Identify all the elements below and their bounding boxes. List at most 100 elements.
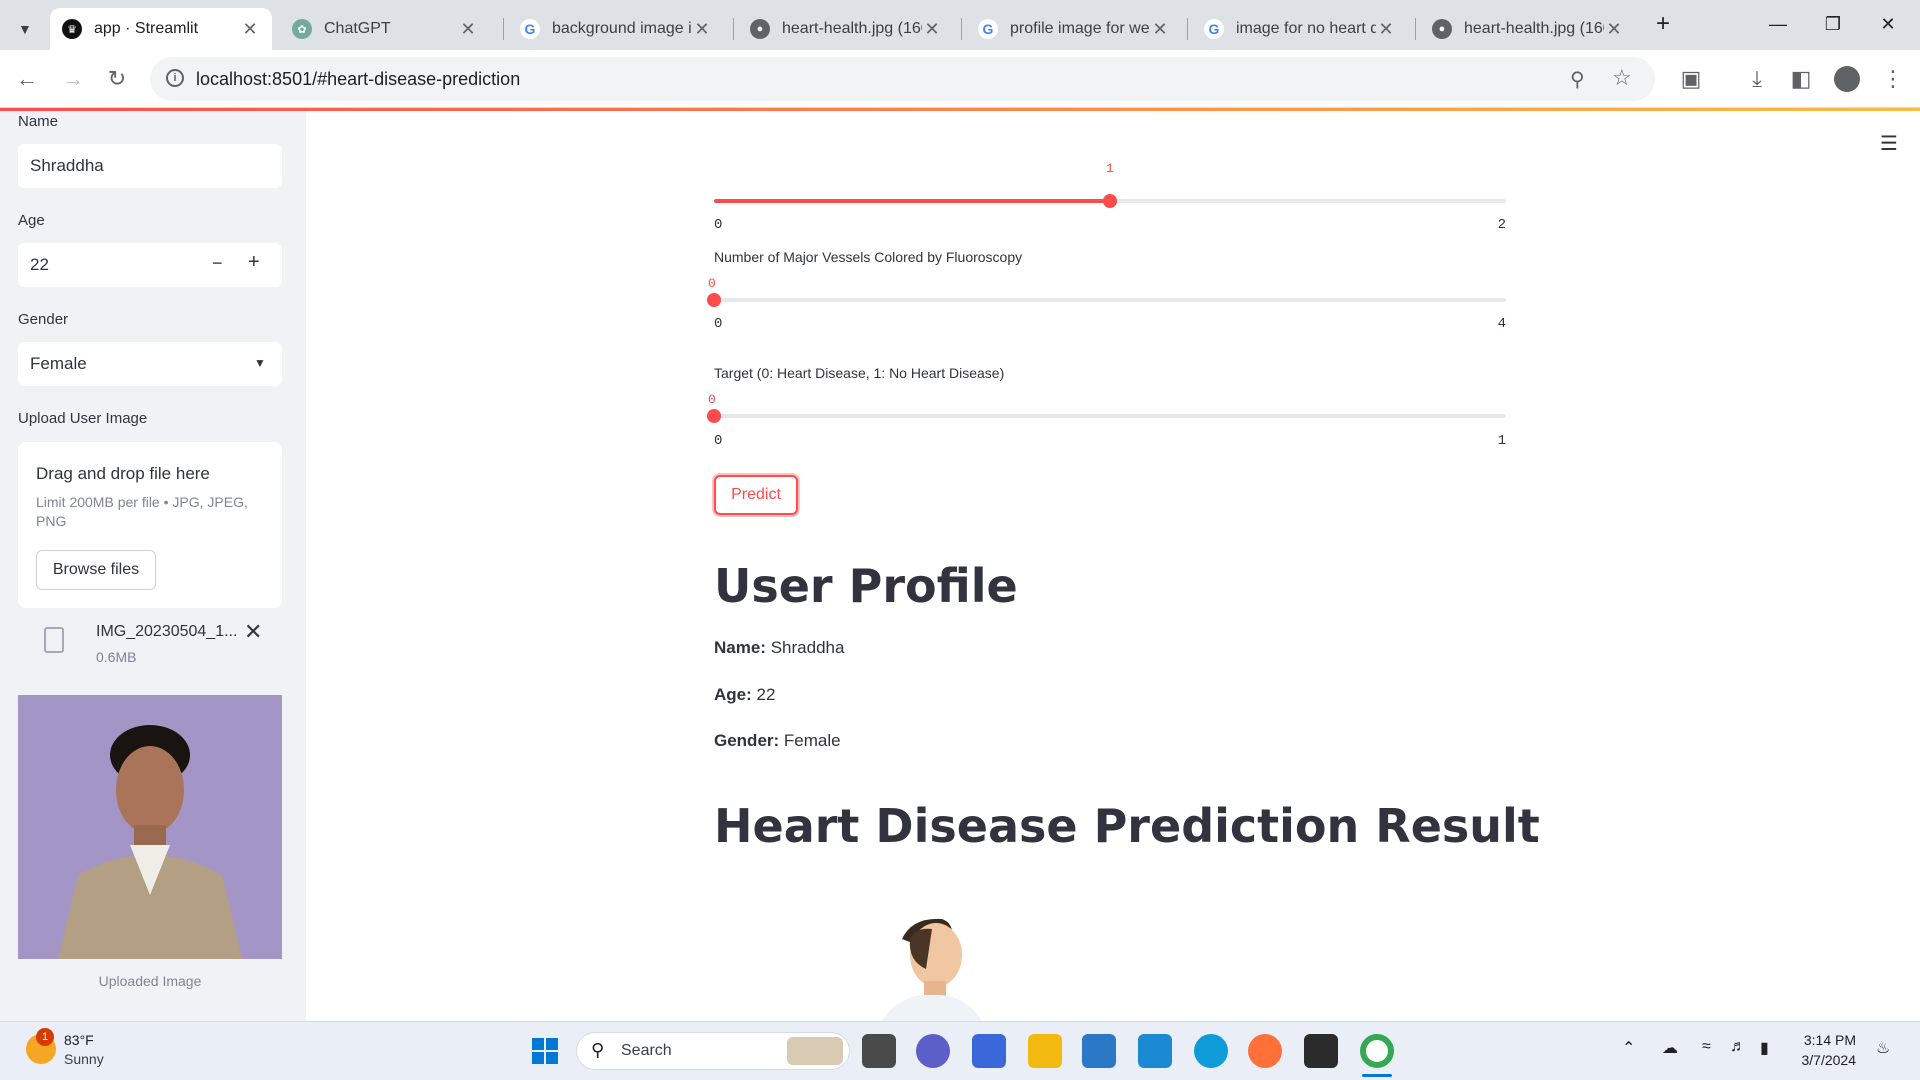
windows-logo-icon: [532, 1038, 558, 1064]
search-icon: ⚲: [591, 1040, 605, 1060]
chatgpt-logo-icon: ✿: [292, 19, 312, 39]
tab-title: profile image for wel: [1010, 20, 1150, 37]
tab-heart-health-image[interactable]: ● heart-health.jpg (160 ✕: [738, 8, 954, 50]
weather-description[interactable]: Sunny: [64, 1051, 104, 1067]
taskbar-search-label: Search: [621, 1042, 672, 1059]
close-tab-icon[interactable]: ✕: [692, 19, 712, 39]
slider-thal-max: 2: [1497, 217, 1506, 233]
notepad-icon[interactable]: [1082, 1034, 1116, 1068]
uploaded-file-item: IMG_20230504_1... 0.6MB ✕: [18, 617, 282, 677]
tab-streamlit-app[interactable]: ♛ app · Streamlit ✕: [50, 8, 272, 50]
task-view-icon[interactable]: [862, 1034, 896, 1068]
age-decrement-button[interactable]: −: [212, 253, 223, 274]
tab-google-search-background[interactable]: G background image in ✕: [508, 8, 724, 50]
close-tab-icon[interactable]: ✕: [922, 19, 942, 39]
wifi-icon[interactable]: ≈: [1702, 1038, 1711, 1056]
tab-title: heart-health.jpg (160: [1464, 20, 1604, 37]
globe-icon: ●: [1432, 19, 1452, 39]
side-panel-button[interactable]: ◧: [1784, 62, 1818, 96]
close-window-button[interactable]: ✕: [1870, 8, 1906, 40]
hamburger-menu-icon[interactable]: ☰: [1880, 131, 1898, 156]
profile-age-value: 22: [756, 685, 776, 704]
extensions-button[interactable]: ▣: [1674, 62, 1708, 96]
taskbar-clock-date[interactable]: 3/7/2024: [1796, 1052, 1857, 1068]
search-highlight-image: [787, 1037, 843, 1065]
close-tab-icon[interactable]: ✕: [1150, 19, 1170, 39]
downloads-button[interactable]: ⤓: [1740, 62, 1774, 96]
show-hidden-icons-chevron[interactable]: ⌃: [1622, 1038, 1635, 1058]
windows-start-button[interactable]: [528, 1034, 562, 1068]
tab-google-search-no-heart[interactable]: G image for no heart d ✕: [1192, 8, 1408, 50]
tab-google-search-profile[interactable]: G profile image for wel ✕: [966, 8, 1182, 50]
profile-age-key: Age:: [714, 685, 752, 704]
site-info-icon[interactable]: i: [166, 69, 184, 87]
gender-select[interactable]: Female ▼: [18, 342, 282, 386]
profile-name: Name: Shraddha: [714, 638, 844, 658]
zoom-icon[interactable]: ⚲: [1570, 67, 1585, 92]
profile-gender-value: Female: [783, 731, 841, 750]
url-text[interactable]: localhost:8501/#heart-disease-prediction: [196, 69, 520, 90]
teams-chat-icon[interactable]: [916, 1034, 950, 1068]
age-number-input[interactable]: 22 − +: [18, 243, 282, 287]
forward-button[interactable]: →: [56, 62, 90, 96]
restore-icon: ❐: [1824, 13, 1842, 34]
minimize-window-button[interactable]: —: [1760, 8, 1796, 40]
taskbar-clock-time[interactable]: 3:14 PM: [1800, 1032, 1856, 1048]
close-tab-icon[interactable]: ✕: [458, 19, 478, 39]
reload-button[interactable]: ↻: [100, 62, 134, 96]
gender-label: Gender: [18, 311, 69, 328]
slider-target-max: 1: [1497, 433, 1506, 449]
slider-target-thumb[interactable]: [707, 409, 721, 423]
chrome-menu-button[interactable]: ⋮: [1876, 62, 1910, 96]
chrome-browser-icon[interactable]: [1360, 1034, 1394, 1068]
main-content: ☰ 1 0 2 Number of Major Vessels Colored …: [306, 111, 1920, 1021]
taskbar-search-box[interactable]: ⚲ Search: [576, 1032, 850, 1070]
tab-chatgpt[interactable]: ✿ ChatGPT ✕: [280, 8, 490, 50]
terminal-icon[interactable]: [1304, 1034, 1338, 1068]
image-caption: Uploaded Image: [98, 973, 202, 989]
close-tab-icon[interactable]: ✕: [1604, 19, 1624, 39]
file-uploader-dropzone[interactable]: Drag and drop file here Limit 200MB per …: [18, 442, 282, 608]
back-button[interactable]: ←: [10, 62, 44, 96]
onedrive-cloud-icon[interactable]: ☁: [1662, 1038, 1678, 1058]
weather-notification-badge: 1: [36, 1028, 54, 1046]
age-label: Age: [18, 212, 45, 229]
slider-thal: 1 0 2: [714, 161, 1506, 241]
close-tab-icon[interactable]: ✕: [240, 19, 260, 39]
gender-select-value: Female: [30, 354, 87, 373]
weather-temperature[interactable]: 83°F: [64, 1032, 94, 1048]
uploaded-file-name: IMG_20230504_1...: [96, 623, 238, 640]
pen-app-icon[interactable]: [972, 1034, 1006, 1068]
volume-icon[interactable]: ♬: [1730, 1038, 1746, 1056]
slider-target-track[interactable]: [714, 414, 1506, 418]
edge-browser-icon[interactable]: [1194, 1034, 1228, 1068]
notification-bell-icon[interactable]: ♨: [1876, 1038, 1890, 1058]
predict-button[interactable]: Predict: [714, 475, 798, 515]
bookmark-star-icon[interactable]: ☆: [1612, 65, 1632, 91]
photos-app-icon[interactable]: [1138, 1034, 1172, 1068]
close-tab-icon[interactable]: ✕: [1376, 19, 1396, 39]
tab-search-dropdown[interactable]: ▼: [6, 8, 42, 50]
slider-vessels-track[interactable]: [714, 298, 1506, 302]
age-increment-button[interactable]: +: [248, 251, 260, 274]
result-illustration: [872, 909, 992, 1021]
tab-heart-health-image-2[interactable]: ● heart-health.jpg (160 ✕: [1420, 8, 1636, 50]
new-tab-button[interactable]: +: [1645, 8, 1681, 40]
puzzle-icon: ▣: [1680, 66, 1702, 91]
profile-gender: Gender: Female: [714, 731, 841, 751]
battery-icon[interactable]: ▮: [1760, 1038, 1769, 1058]
slider-vessels-thumb[interactable]: [707, 293, 721, 307]
remove-file-icon[interactable]: ✕: [244, 619, 262, 645]
address-bar[interactable]: i localhost:8501/#heart-disease-predicti…: [150, 57, 1655, 101]
profile-button[interactable]: [1830, 62, 1864, 96]
close-icon: ✕: [1880, 13, 1896, 34]
firefox-browser-icon[interactable]: [1248, 1034, 1282, 1068]
name-input[interactable]: Shraddha: [18, 144, 282, 188]
restore-window-button[interactable]: ❐: [1815, 8, 1851, 40]
windows-taskbar: 1 83°F Sunny ⚲ Search ⌃ ☁ ≈ ♬ ▮ 3:14 PM …: [0, 1021, 1920, 1080]
uploaded-file-size: 0.6MB: [96, 649, 137, 665]
profile-gender-key: Gender:: [714, 731, 780, 750]
slider-thal-thumb[interactable]: [1103, 194, 1117, 208]
browse-files-button[interactable]: Browse files: [36, 550, 156, 590]
file-explorer-icon[interactable]: [1028, 1034, 1062, 1068]
